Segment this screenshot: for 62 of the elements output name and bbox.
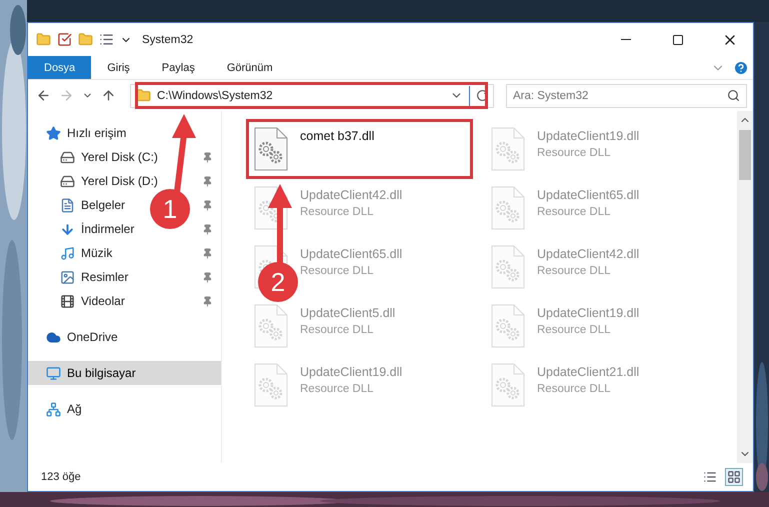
file-name[interactable]: comet b37.dll [300, 129, 374, 143]
film-icon [60, 294, 75, 308]
download-icon [60, 222, 75, 236]
file-gear-icon [491, 186, 525, 230]
image-icon [60, 270, 75, 284]
scrollbar[interactable] [737, 111, 753, 463]
ribbon-tab[interactable]: Paylaş [146, 56, 211, 79]
ribbon-tab[interactable]: Dosya [28, 56, 92, 79]
folder-icon [136, 88, 151, 103]
star-icon [46, 126, 61, 140]
file-type: Resource DLL [300, 383, 374, 395]
drive-icon [60, 174, 75, 188]
document-icon [60, 198, 75, 212]
file-type: Resource DLL [300, 324, 374, 336]
sidebar-item[interactable]: OneDrive [67, 330, 118, 344]
sidebar-item[interactable]: Resimler [81, 270, 128, 284]
sidebar-item[interactable]: Bu bilgisayar [67, 366, 136, 380]
file-type: Resource DLL [300, 265, 374, 277]
file-gear-icon [254, 304, 288, 348]
sidebar-item[interactable]: Ağ [67, 402, 82, 416]
scroll-thumb[interactable] [739, 130, 751, 180]
file-type: Resource DLL [537, 383, 611, 395]
drive-icon [60, 150, 75, 164]
sidebar-item[interactable]: Hızlı erişim [67, 126, 126, 140]
sidebar-item[interactable]: Videolar [81, 294, 125, 308]
monitor-icon [46, 366, 61, 380]
window-title: System32 [142, 34, 194, 46]
file-gear-icon [491, 363, 525, 407]
file-gear-icon [254, 363, 288, 407]
file-type: Resource DLL [537, 265, 611, 277]
sidebar-item[interactable]: Belgeler [81, 198, 126, 212]
address-path: C:\Windows\System32 [157, 90, 274, 102]
sidebar-item[interactable]: Müzik [81, 246, 112, 260]
list-icon [703, 470, 717, 484]
large-icons-view-button[interactable] [725, 468, 743, 486]
file-gear-icon [491, 245, 525, 289]
sidebar-item[interactable]: İndirmeler [81, 222, 134, 236]
file-type: Resource DLL [537, 206, 611, 218]
ribbon-tab[interactable]: Giriş [91, 56, 146, 79]
search-icon [727, 88, 740, 102]
grid-icon [727, 470, 741, 484]
maximize-icon [672, 34, 684, 46]
ribbon-tab[interactable]: Görünüm [210, 56, 289, 79]
file-type: Resource DLL [300, 206, 374, 218]
list-icon[interactable] [99, 32, 114, 47]
file-gear-icon [491, 127, 525, 171]
item-count: 123 öğe [41, 471, 82, 483]
forward-arrow-icon [59, 88, 74, 103]
help-icon[interactable] [733, 60, 749, 76]
network-icon [46, 402, 61, 416]
file-type: Resource DLL [537, 324, 611, 336]
sidebar-item[interactable]: Yerel Disk (C:) [81, 150, 158, 164]
minimize-icon [621, 39, 631, 40]
file-gear-icon [254, 127, 288, 171]
search-field[interactable]: Ara: System32 [506, 84, 747, 108]
music-icon [60, 246, 75, 260]
file-gear-icon [491, 304, 525, 348]
cloud-icon [46, 330, 61, 344]
sidebar-item[interactable]: Yerel Disk (D:) [81, 174, 158, 188]
properties-icon[interactable] [57, 32, 72, 47]
file-type: Resource DLL [537, 147, 611, 159]
address-bar[interactable]: C:\Windows\System32 [130, 84, 494, 108]
